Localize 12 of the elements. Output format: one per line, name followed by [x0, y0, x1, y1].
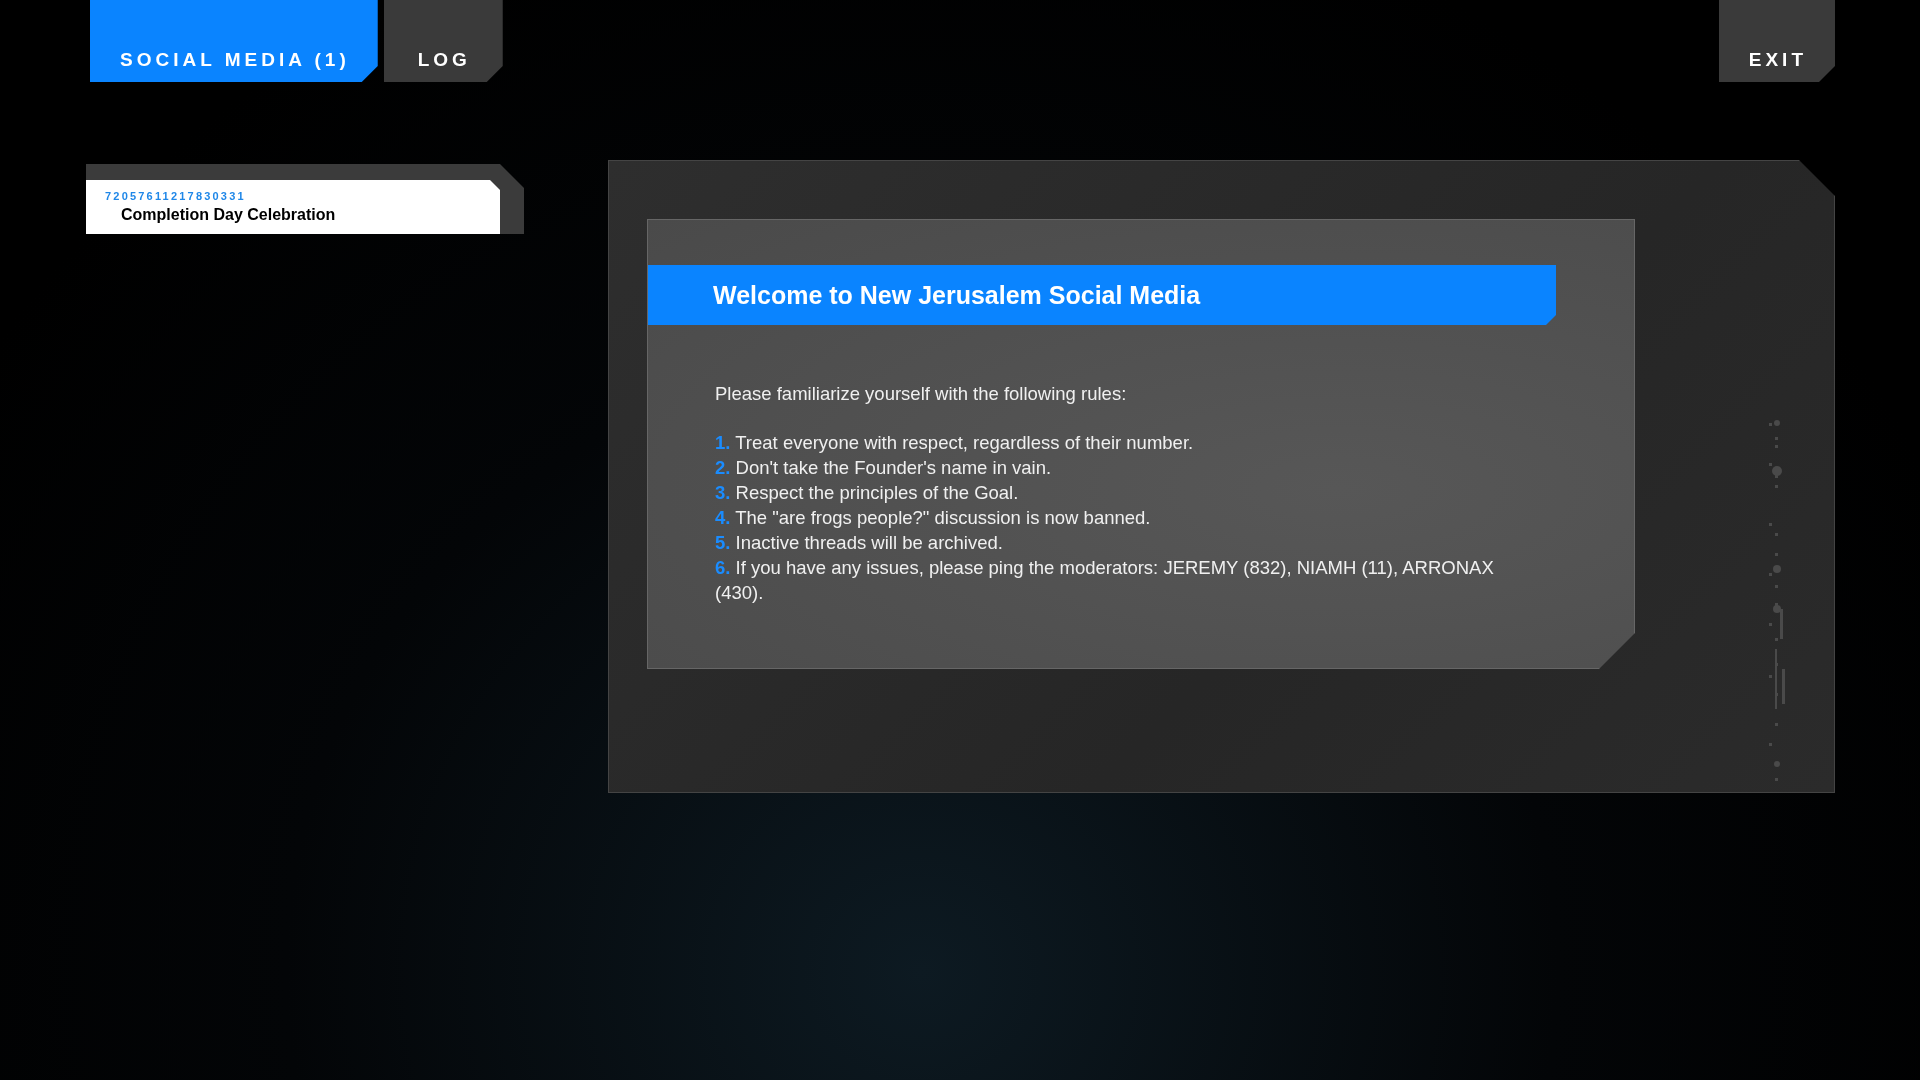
- post-title: Welcome to New Jerusalem Social Media: [713, 280, 1201, 310]
- rule-text: 4. The "are frogs people?" discussion is now banned.: [715, 506, 1152, 530]
- exit-button[interactable]: EXIT: [1718, 0, 1835, 82]
- intro-text: Please familiarize yourself with the following rules:: [715, 382, 1128, 406]
- rule-text: 5. Inactive threads will be archived.: [715, 531, 1004, 555]
- tab[interactable]: SOCIAL MEDIA (1): [90, 0, 378, 82]
- rule-text: 3. Respect the principles of the Goal.: [715, 481, 1020, 505]
- tab[interactable]: LOG: [383, 0, 503, 82]
- rule-text: 2. Don't take the Founder's name in vain.: [715, 456, 1053, 480]
- rule-text: 1. Treat everyone with respect, regardless of their number.: [715, 431, 1195, 455]
- rule-text: 6. If you have any issues, please ping the moderators: JEREMY (832), NIAMH (11), ARRONAX (430).: [715, 556, 1495, 605]
- thread-item[interactable]: 72057611217830331 Completion Day Celebration: [86, 180, 500, 234]
